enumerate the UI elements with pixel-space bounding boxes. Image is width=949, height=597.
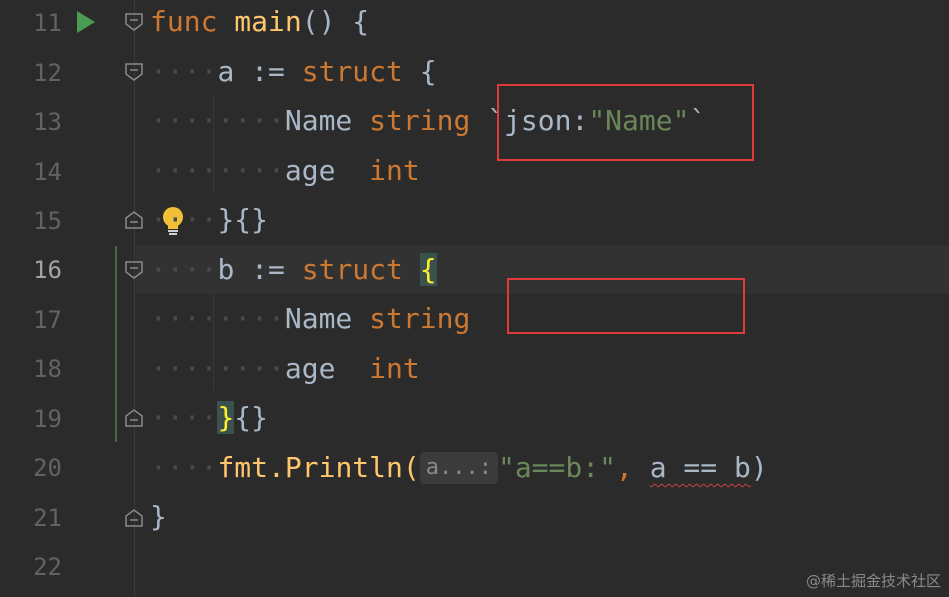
keyword: struct	[301, 55, 403, 88]
line-number: 20	[33, 454, 62, 482]
line-number-current: 16	[33, 256, 62, 284]
line-number: 19	[33, 405, 62, 433]
fold-marker-icon[interactable]	[124, 260, 144, 280]
fold-marker-icon[interactable]	[124, 12, 144, 32]
line-number: 17	[33, 306, 62, 334]
field-name: Name	[284, 104, 370, 137]
matched-brace: }	[217, 401, 235, 434]
code-line-12[interactable]: ····a := struct {	[150, 52, 437, 92]
field-name: age	[284, 154, 370, 187]
code-text: )	[750, 451, 768, 484]
annotation-box-empty	[507, 278, 745, 334]
code-text: {}	[234, 401, 269, 434]
code-text: }	[150, 500, 167, 533]
function-name: main	[234, 5, 302, 38]
code-line-19[interactable]: ····}{}	[150, 398, 268, 438]
identifier: b :=	[217, 253, 302, 286]
code-text: () {	[301, 5, 370, 38]
code-line-20[interactable]: ····fmt.Println(a...: "a==b:", a == b)	[150, 448, 768, 488]
annotation-box-tag	[497, 84, 754, 161]
watermark: @稀土掘金技术社区	[805, 572, 941, 590]
matched-brace: {	[419, 253, 437, 286]
line-number: 12	[33, 59, 62, 87]
code-line-14[interactable]: ········age int	[150, 151, 420, 191]
warning-expression[interactable]: a == b	[650, 451, 751, 484]
run-gutter-icon[interactable]	[76, 10, 96, 34]
type-name: string	[369, 104, 471, 137]
field-name: Name	[284, 302, 370, 335]
parameter-hint: a...:	[419, 452, 498, 484]
keyword: func	[150, 5, 218, 38]
fold-marker-icon[interactable]	[124, 62, 144, 82]
code-editor[interactable]: 11 12 13 14 15 16 17 18 19 20 21 22 func…	[0, 0, 949, 597]
line-number: 22	[33, 553, 62, 581]
type-name: string	[369, 302, 471, 335]
fold-end-marker-icon[interactable]	[124, 408, 144, 428]
code-text: {	[402, 55, 437, 88]
type-name: int	[369, 154, 420, 187]
code-line-11[interactable]: func main() {	[150, 2, 369, 42]
string-literal: "a==b:"	[497, 451, 616, 484]
line-number: 15	[33, 207, 62, 235]
line-number: 11	[33, 9, 62, 37]
line-number: 21	[33, 504, 62, 532]
code-line-18[interactable]: ········age int	[150, 349, 420, 389]
line-number: 14	[33, 158, 62, 186]
identifier: a :=	[217, 55, 302, 88]
code-line-17[interactable]: ········Name string	[150, 299, 470, 339]
fold-end-marker-icon[interactable]	[124, 210, 144, 230]
code-line-16[interactable]: ····b := struct {	[150, 250, 437, 290]
field-name: age	[284, 352, 370, 385]
vcs-change-marker[interactable]	[115, 246, 117, 442]
function-call: fmt.Println(	[217, 451, 420, 484]
type-name: int	[369, 352, 420, 385]
code-line-21[interactable]: }	[150, 497, 167, 537]
line-number: 18	[33, 355, 62, 383]
keyword: struct	[301, 253, 403, 286]
fold-end-marker-icon[interactable]	[124, 508, 144, 528]
code-text: }{}	[217, 203, 269, 236]
line-number: 13	[33, 108, 62, 136]
code-line-15[interactable]: ····}{}	[150, 200, 268, 240]
comma: ,	[615, 451, 650, 484]
